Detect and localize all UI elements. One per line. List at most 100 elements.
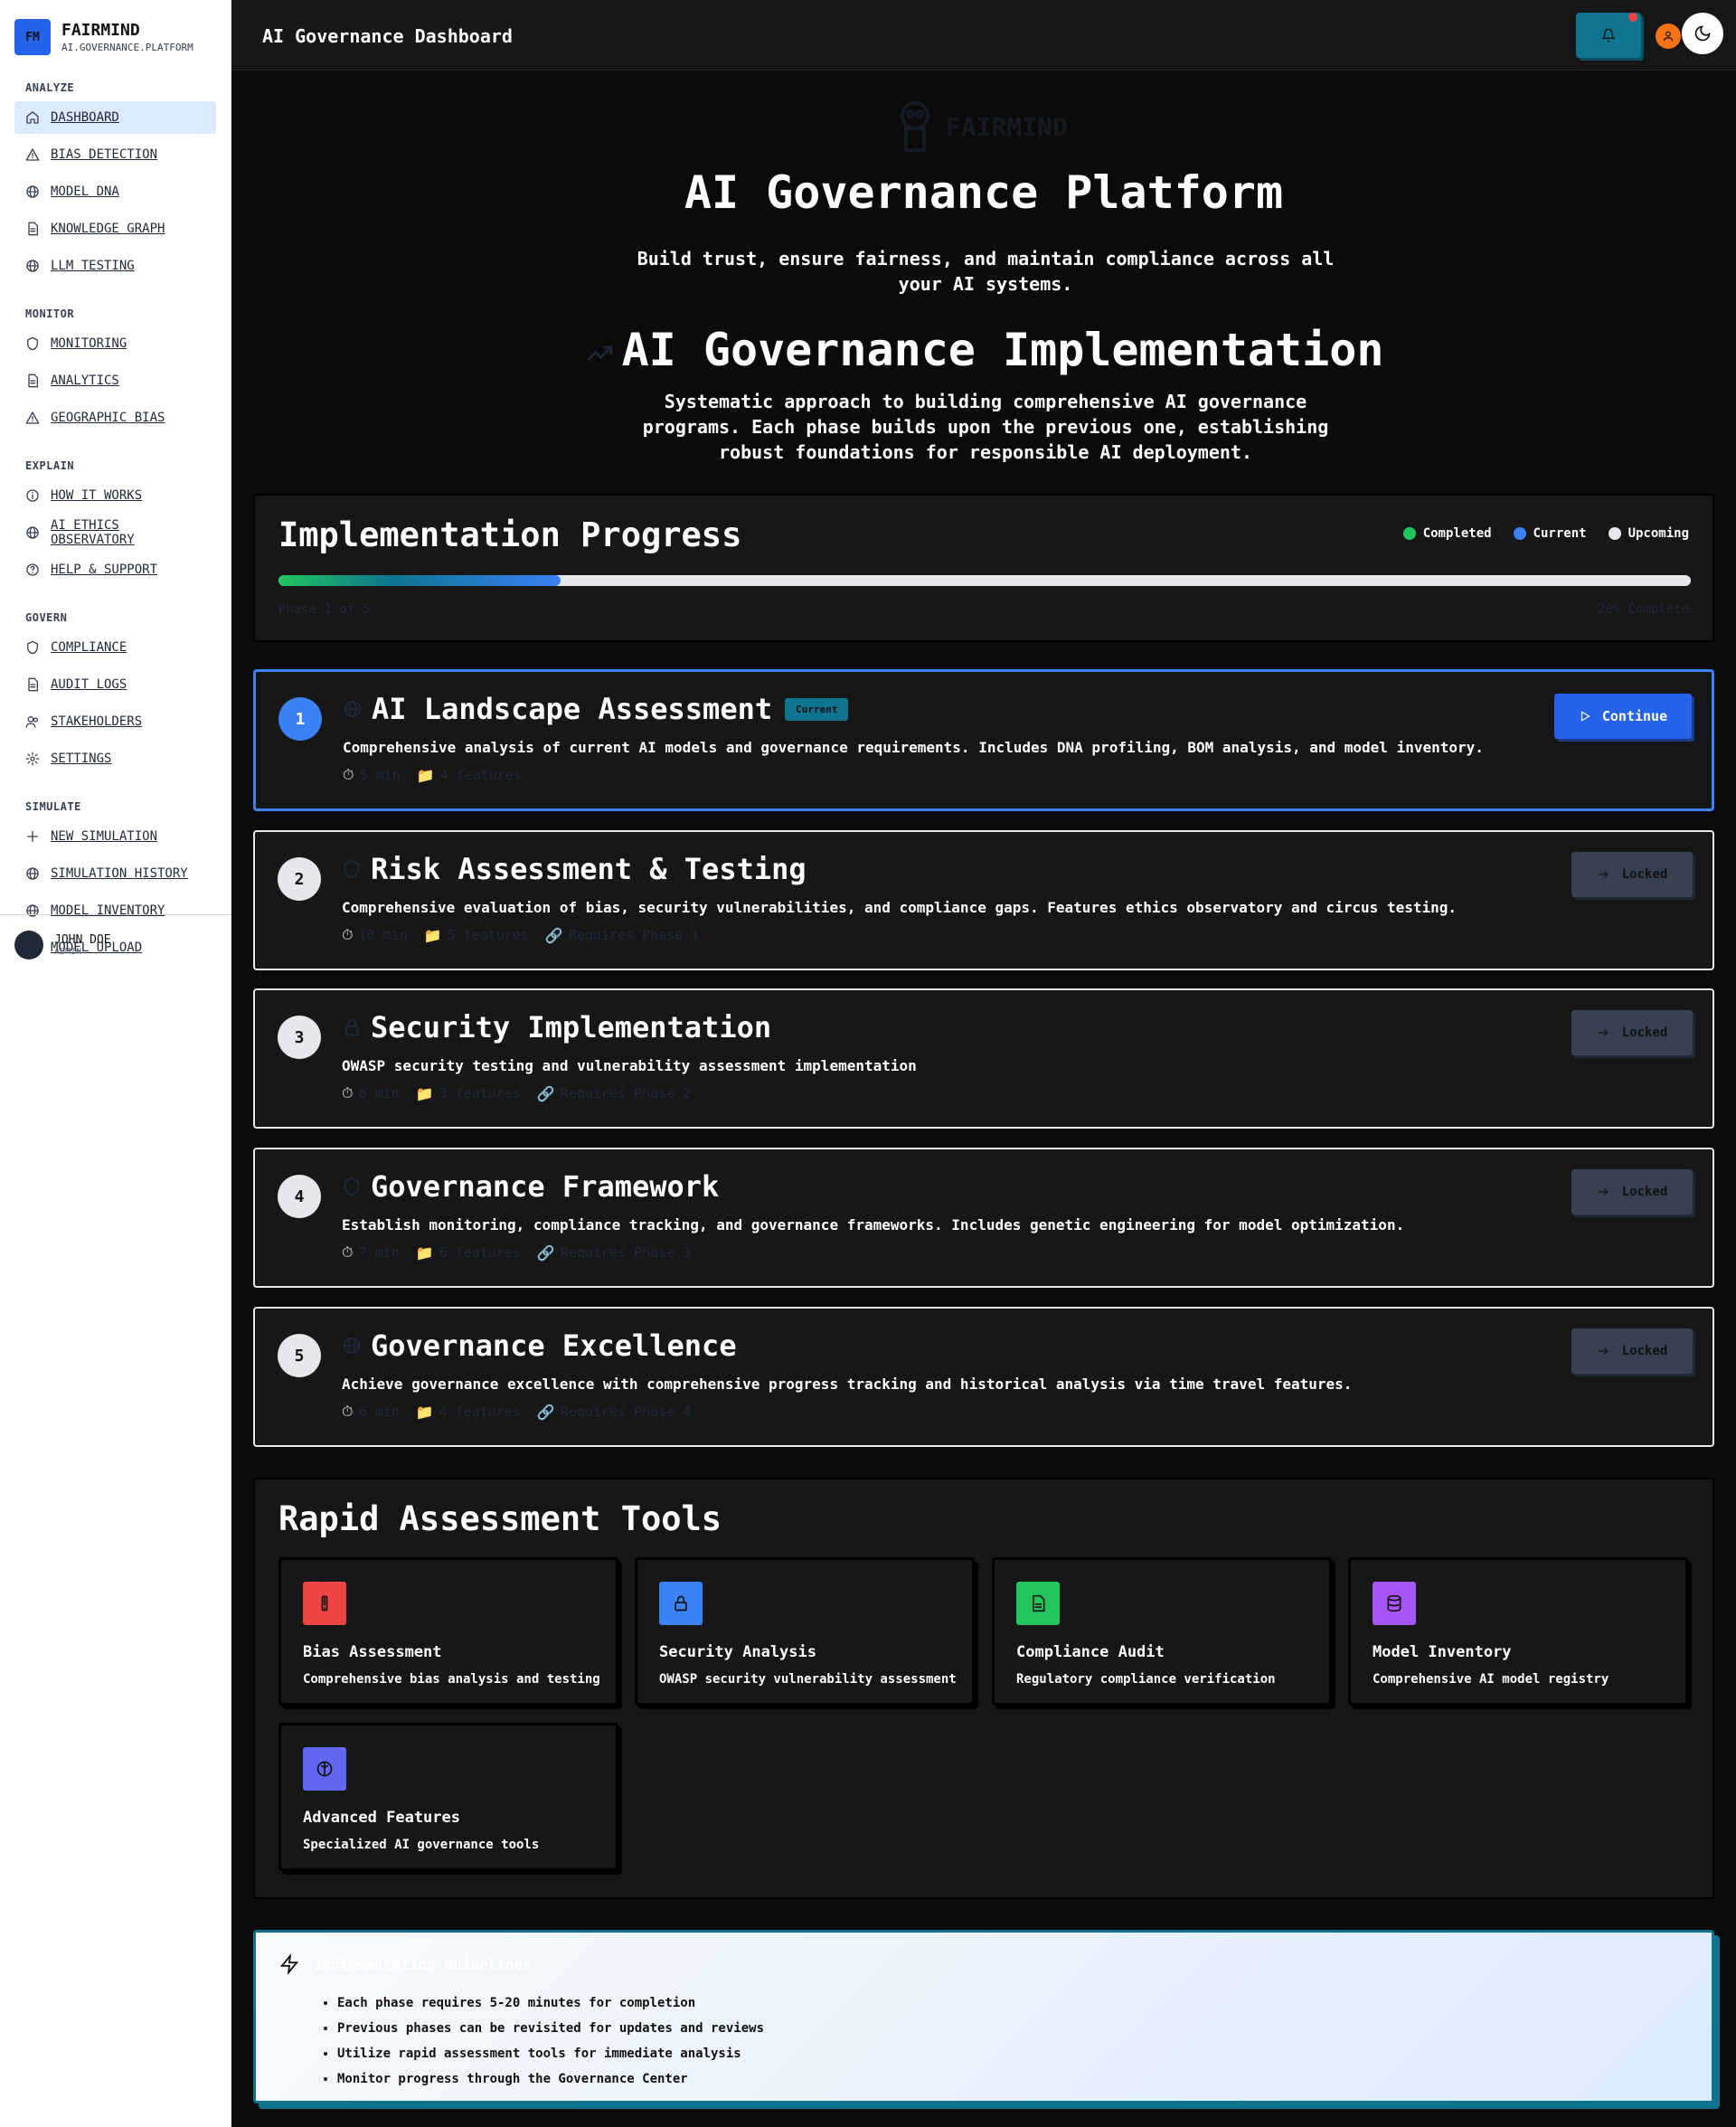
phase-meta-item: ⏱ 6 min (342, 1403, 400, 1420)
phase-meta-item: 🔗 Requires Phase 2 (536, 1084, 692, 1102)
guidelines-title: Implementation Guidelines (314, 1955, 532, 1973)
brand[interactable]: FM FAIRMIND AI.GOVERNANCE.PLATFORM (0, 0, 231, 58)
phase-number: 4 (278, 1175, 321, 1218)
sidebar-item-simulation-history[interactable]: SIMULATION HISTORY (14, 857, 216, 890)
sidebar-item-ai-ethics-observatory[interactable]: AI ETHICS OBSERVATORY (14, 516, 216, 549)
phase-meta-item: 🔗 Requires Phase 3 (536, 1243, 692, 1262)
sidebar-item-knowledge-graph[interactable]: KNOWLEDGE GRAPH (14, 213, 216, 245)
hero-logo-text: FAIRMIND (946, 111, 1068, 142)
page-title: AI Governance Dashboard (262, 25, 513, 47)
globe-icon (26, 260, 39, 272)
tool-card-security-analysis[interactable]: Security Analysis OWASP security vulnerab… (635, 1557, 975, 1706)
locked-button[interactable]: Locked (1571, 852, 1693, 897)
guidelines-header: Implementation Guidelines (279, 1954, 532, 1974)
arrow-right-icon (1599, 1347, 1609, 1355)
user-name: JOHN DOE (54, 933, 111, 947)
info-icon (26, 489, 39, 502)
arrow-right-icon (1599, 1029, 1609, 1036)
tool-card-model-inventory[interactable]: Model Inventory Comprehensive AI model re… (1348, 1557, 1688, 1706)
sidebar-item-how-it-works[interactable]: HOW IT WORKS (14, 479, 216, 512)
guideline-item: Utilize rapid assessment tools for immed… (337, 2041, 764, 2066)
tool-name: Model Inventory (1373, 1643, 1512, 1661)
notification-dot (1628, 13, 1637, 22)
phase-title: Governance Framework (371, 1169, 720, 1204)
locked-button[interactable]: Locked (1571, 1010, 1693, 1055)
locked-label: Locked (1621, 1185, 1668, 1199)
tool-name: Security Analysis (659, 1643, 816, 1661)
phase-title: Risk Assessment & Testing (371, 852, 807, 886)
nav-section-explain: EXPLAIN (25, 459, 75, 472)
sidebar-item-bias-detection[interactable]: BIAS DETECTION (14, 138, 216, 171)
phase-number: 3 (278, 1016, 321, 1059)
sidebar: FM FAIRMIND AI.GOVERNANCE.PLATFORM ANALY… (0, 0, 231, 2127)
legend-dot (1608, 527, 1621, 540)
sidebar-item-new-simulation[interactable]: NEW SIMULATION (14, 820, 216, 853)
sidebar-divider (0, 914, 231, 915)
legend-label: Current (1533, 526, 1587, 541)
users-icon (25, 716, 38, 728)
sidebar-item-label: AI ETHICS OBSERVATORY (51, 518, 135, 547)
phase-meta: ⏱ 8 min 📁 3 features 🔗 Requires Phase 2 (342, 1084, 691, 1102)
sidebar-item-settings[interactable]: SETTINGS (14, 742, 216, 775)
user-profile[interactable]: JOHN DOE ADMIN (14, 931, 111, 960)
sidebar-item-geographic-bias[interactable]: GEOGRAPHIC BIAS (14, 402, 216, 434)
sidebar-item-analytics[interactable]: ANALYTICS (14, 364, 216, 397)
sidebar-item-help-support[interactable]: HELP & SUPPORT (14, 553, 216, 586)
theme-toggle-button[interactable] (1682, 13, 1723, 54)
phase-meta-text: Requires Phase 2 (560, 1085, 692, 1101)
phase-header: Governance Excellence (342, 1328, 737, 1363)
phase-meta-item: 📁 6 features (415, 1243, 521, 1262)
phase-meta-text: 5 features (447, 927, 529, 943)
brand-name: FAIRMIND (61, 21, 140, 40)
tool-icon-box (303, 1747, 346, 1791)
phase-meta-item: ⏱ 10 min (342, 926, 408, 943)
locked-button[interactable]: Locked (1571, 1169, 1693, 1215)
sidebar-item-audit-logs[interactable]: AUDIT LOGS (14, 668, 216, 701)
sidebar-item-dashboard[interactable]: DASHBOARD (14, 101, 216, 134)
sidebar-item-stakeholders[interactable]: STAKEHOLDERS (14, 705, 216, 738)
sidebar-item-label: HOW IT WORKS (51, 488, 143, 503)
phase-meta: ⏱ 5 min 📁 4 features (343, 766, 522, 784)
sidebar-item-label: MODEL INVENTORY (51, 903, 165, 918)
lightning-icon (279, 1954, 299, 1974)
sidebar-item-model-inventory[interactable]: MODEL INVENTORY (14, 894, 216, 927)
tool-description: Specialized AI governance tools (303, 1838, 540, 1852)
hero-subtitle: Build trust, ensure fairness, and mainta… (637, 248, 1335, 295)
shield-icon (344, 1177, 360, 1196)
user-icon (1663, 31, 1674, 42)
alert-triangle-icon (25, 148, 40, 161)
legend-completed: Completed (1402, 526, 1492, 541)
tool-card-bias-assessment[interactable]: Bias Assessment Comprehensive bias analys… (278, 1557, 618, 1706)
continue-button[interactable]: Continue (1554, 694, 1692, 739)
phase-card-2: 2 Risk Assessment & Testing Comprehensive … (253, 830, 1714, 970)
phase-meta-item: 🔗 Requires Phase 1 (544, 926, 700, 944)
sidebar-item-monitoring[interactable]: MONITORING (14, 327, 216, 360)
tool-card-compliance-audit[interactable]: Compliance Audit Regulatory compliance ve… (992, 1557, 1332, 1706)
help-circle-icon (26, 563, 39, 576)
bell-icon (1601, 28, 1616, 43)
phase-title: AI Landscape Assessment (372, 692, 773, 726)
sidebar-item-llm-testing[interactable]: LLM TESTING (14, 250, 216, 282)
user-menu-button[interactable] (1656, 24, 1681, 49)
implementation-title: AI Governance Implementation (231, 324, 1736, 376)
notifications-button[interactable] (1576, 13, 1641, 58)
brand-subtitle: AI.GOVERNANCE.PLATFORM (61, 42, 193, 53)
nav-section-analyze: ANALYZE (25, 81, 75, 94)
sidebar-item-compliance[interactable]: COMPLIANCE (14, 631, 216, 664)
progress-legend: Completed Current Upcoming (1402, 526, 1689, 541)
tool-card-advanced-features[interactable]: Advanced Features Specialized AI governan… (278, 1723, 618, 1871)
top-header: AI Governance Dashboard (231, 0, 1736, 71)
robot-logo-icon (901, 101, 929, 152)
locked-button[interactable]: Locked (1571, 1328, 1693, 1374)
shield-icon (27, 640, 38, 655)
locked-label: Locked (1621, 1344, 1668, 1358)
hero-title: AI Governance Platform (684, 166, 1284, 219)
file-icon (28, 373, 38, 388)
sidebar-item-model-dna[interactable]: MODEL DNA (14, 175, 216, 208)
tool-description: Regulatory compliance verification (1016, 1672, 1276, 1687)
legend-label: Completed (1422, 526, 1492, 541)
arrow-right-icon (1599, 871, 1609, 878)
shield-icon (344, 859, 360, 879)
brain-icon (316, 1761, 333, 1777)
phase-meta-text: 6 features (439, 1244, 521, 1261)
